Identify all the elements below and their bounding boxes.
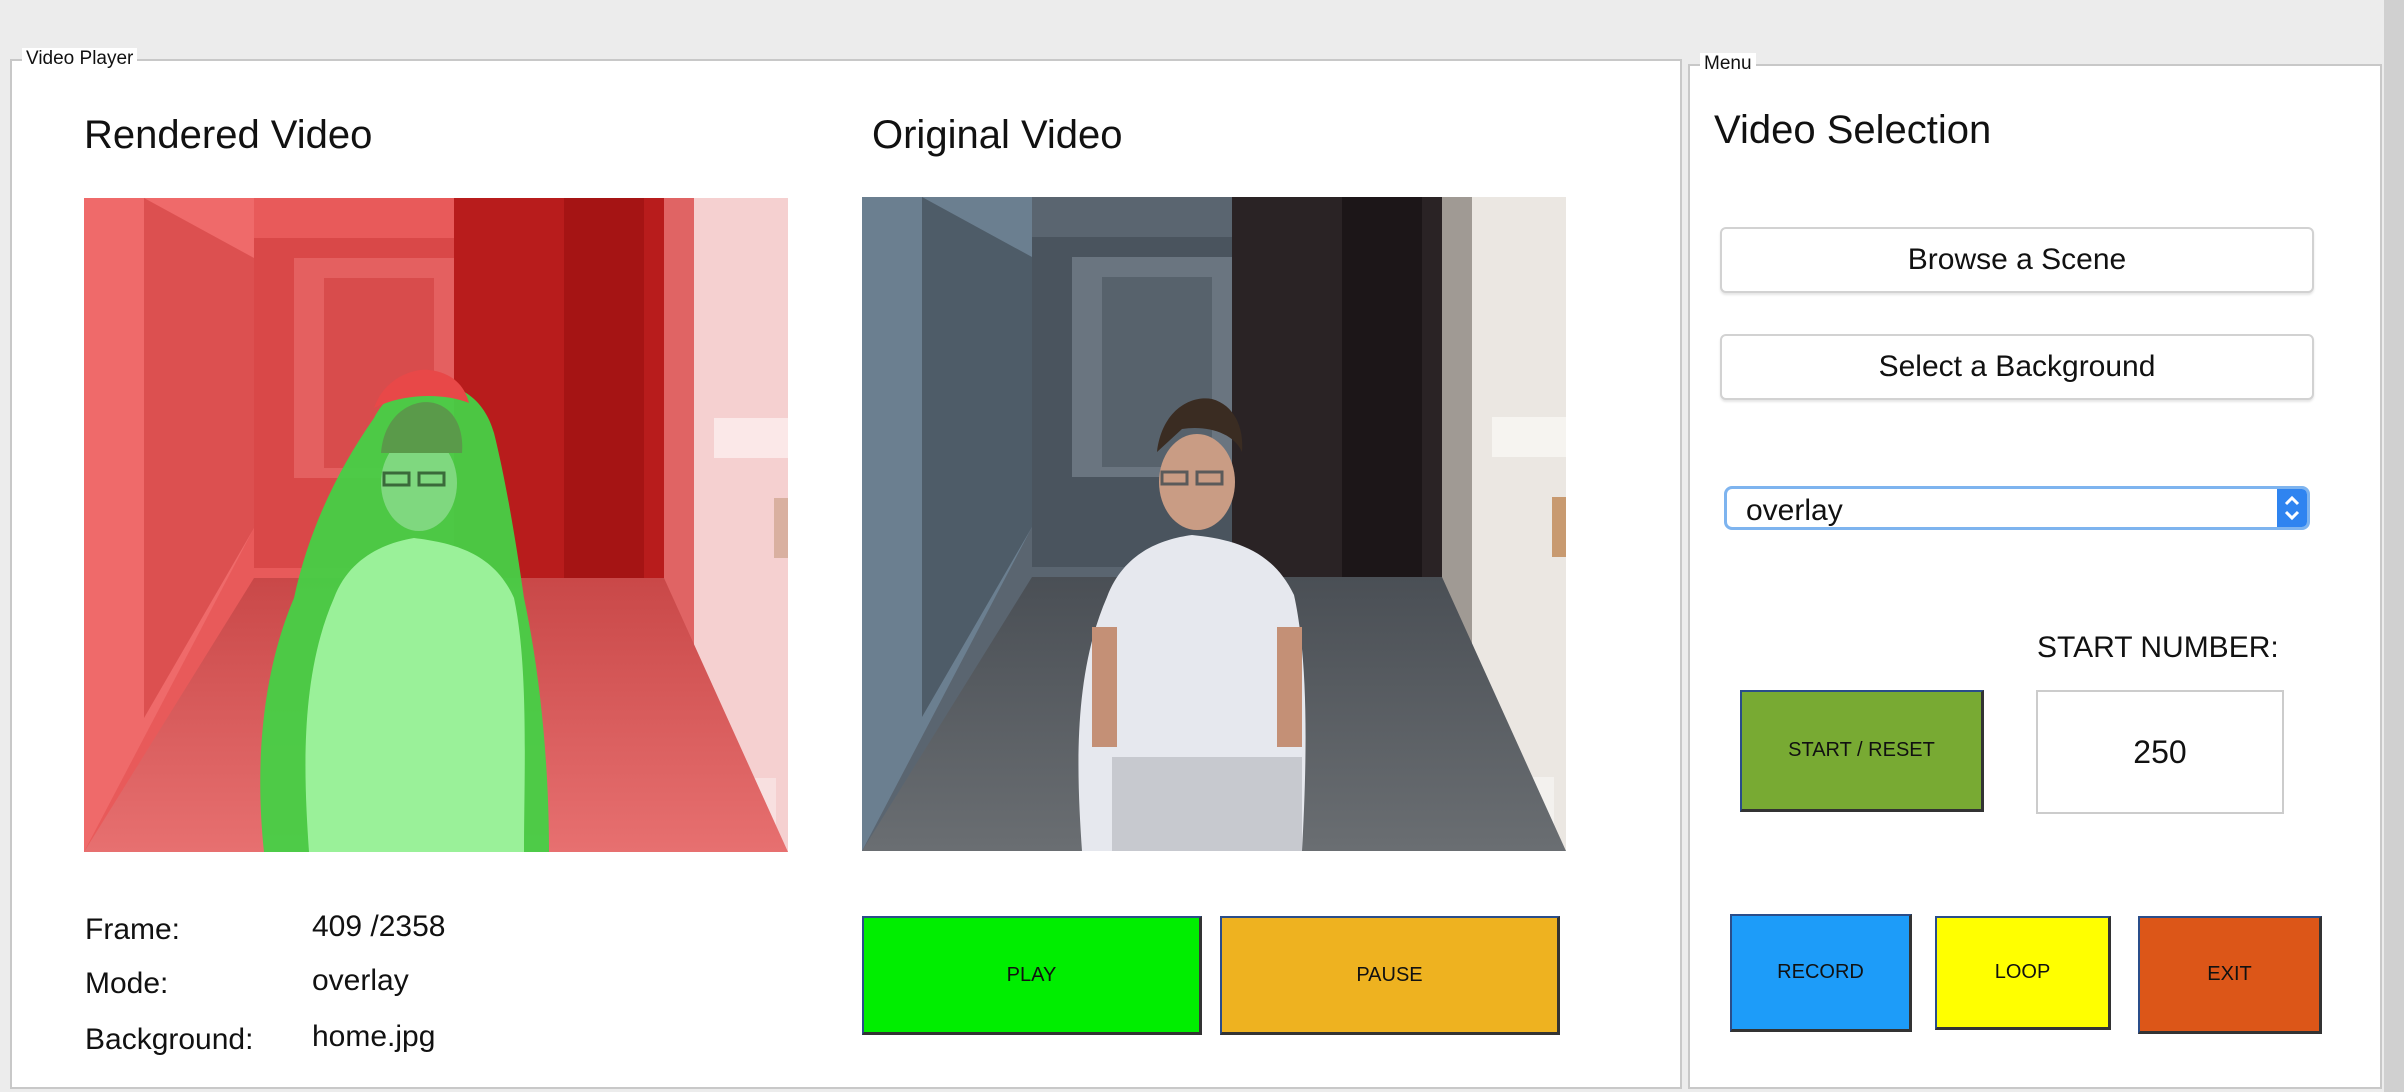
window-edge: [2384, 0, 2404, 1092]
frame-value: 409 /2358: [312, 910, 446, 943]
start-number-label: START NUMBER:: [2037, 631, 2279, 664]
mode-label: Mode:: [85, 967, 169, 1000]
loop-button[interactable]: LOOP: [1935, 916, 2111, 1030]
start-number-input[interactable]: 250: [2036, 690, 2284, 814]
menu-group: Menu Video Selection Browse a Scene Sele…: [1688, 53, 2382, 1089]
original-video-image: [862, 197, 1566, 851]
rendered-video-frame: [84, 198, 788, 852]
pause-button[interactable]: PAUSE: [1220, 916, 1560, 1035]
select-background-button[interactable]: Select a Background: [1720, 334, 2314, 400]
mode-value: overlay: [312, 964, 409, 997]
background-label: Background:: [85, 1023, 254, 1056]
rendered-video-heading: Rendered Video: [84, 113, 373, 157]
video-player-group-title: Video Player: [22, 48, 138, 70]
chevron-up-down-icon: [2277, 489, 2307, 527]
mode-select-value: overlay: [1746, 494, 1843, 527]
rendered-video-image: [84, 198, 788, 852]
original-video-frame: [862, 197, 1566, 851]
mode-select[interactable]: overlay: [1724, 486, 2310, 530]
video-player-group: Video Player Rendered Video Original Vid…: [10, 48, 1682, 1089]
background-value: home.jpg: [312, 1020, 436, 1053]
frame-label: Frame:: [85, 913, 181, 946]
exit-button[interactable]: EXIT: [2138, 916, 2322, 1034]
video-selection-heading: Video Selection: [1714, 108, 1992, 152]
original-video-heading: Original Video: [872, 113, 1123, 157]
browse-scene-button[interactable]: Browse a Scene: [1720, 227, 2314, 293]
record-button[interactable]: RECORD: [1730, 914, 1912, 1032]
start-reset-button[interactable]: START / RESET: [1740, 690, 1984, 812]
play-button[interactable]: PLAY: [862, 916, 1202, 1035]
menu-group-title: Menu: [1700, 53, 1756, 75]
